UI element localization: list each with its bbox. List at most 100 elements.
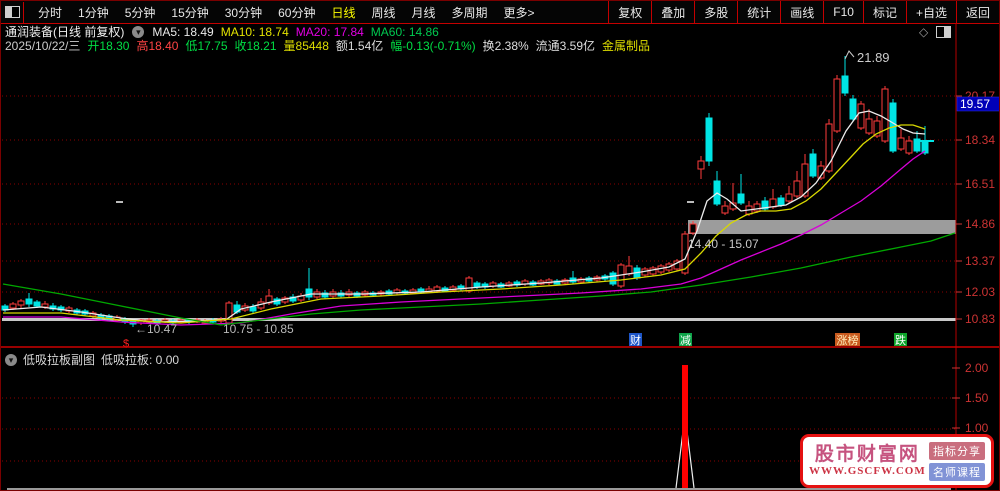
menu-item-weekly[interactable]: 周线 (363, 4, 403, 21)
subchart-value: 低吸拉板: 0.00 (101, 353, 180, 367)
menu-item-duogu[interactable]: 多股 (694, 1, 737, 23)
candlestick (785, 193, 793, 202)
low-price-label: ←10.47 (135, 322, 177, 336)
candlestick (705, 117, 713, 162)
candlestick (841, 75, 849, 94)
quote-token-5: 额1.54亿 (335, 39, 384, 53)
ma60-line (2, 232, 956, 326)
price-axis-label: 14.86 (965, 217, 995, 231)
quote-token-6: 幅-0.13(-0.71%) (390, 39, 476, 53)
sub-axis-label: 1.50 (965, 391, 989, 405)
menu-item-monthly[interactable]: 月线 (404, 4, 444, 21)
current-price-label: 19.57 (960, 97, 990, 111)
menu-item-diejia[interactable]: 叠加 (651, 1, 694, 23)
menu-item-more[interactable]: 更多> (496, 4, 543, 21)
menu-item-fenshi[interactable]: 分时 (30, 4, 70, 21)
watermark-title: 股市财富网 (814, 443, 920, 465)
candlestick (41, 303, 49, 308)
subchart-chevron-icon[interactable]: ▾ (5, 353, 17, 366)
period-menu: 分时 1分钟 5分钟 15分钟 30分钟 60分钟 日线 周线 月线 多周期 更多> (24, 4, 608, 21)
candlestick (625, 265, 633, 275)
candlestick (833, 78, 841, 132)
quote-token-7: 换2.38% (482, 39, 529, 53)
subchart-header: ▾ 低吸拉板副图 低吸拉板: 0.00 (5, 351, 179, 368)
candlestick (857, 103, 865, 129)
menu-item-15min[interactable]: 15分钟 (163, 4, 216, 21)
price-axis-label: 13.37 (965, 254, 995, 268)
candlestick (865, 118, 873, 134)
sub-axis-label: 1.00 (965, 421, 989, 435)
menu-item-huaxian[interactable]: 画线 (780, 1, 823, 23)
candlestick (897, 137, 905, 150)
support-band (2, 318, 956, 321)
quote-row: 2025/10/22/三 开18.30 高18.40 低17.75 收18.21 量85… (5, 37, 657, 54)
menu-item-60min[interactable]: 60分钟 (270, 4, 323, 21)
candlestick (9, 303, 17, 309)
price-axis-label: 16.51 (965, 177, 995, 191)
pane-toggle-icon[interactable] (936, 26, 952, 38)
menu-item-fuquan[interactable]: 复权 (608, 1, 651, 23)
watermark: 股市财富网 WWW.GSCFW.COM 指标分享 名师课程 (800, 434, 994, 488)
subchart-title: 低吸拉板副图 (23, 353, 96, 367)
window-layout-button[interactable] (1, 1, 24, 23)
candlestick (305, 288, 313, 298)
signal-spike-bar (682, 365, 688, 488)
quote-token-8: 流通3.59亿 (535, 39, 596, 53)
candlestick (249, 306, 257, 312)
candlestick (17, 300, 25, 306)
candlestick (753, 203, 761, 212)
diamond-icon[interactable]: ◇ (919, 26, 928, 38)
menu-item-5min[interactable]: 5分钟 (117, 4, 164, 21)
candlestick (465, 277, 473, 292)
menu-item-fanhui[interactable]: 返回 (955, 1, 999, 23)
menu-item-f10[interactable]: F10 (823, 1, 863, 23)
candlestick (849, 98, 857, 120)
menu-item-daily[interactable]: 日线 (323, 4, 363, 21)
menu-item-30min[interactable]: 30分钟 (217, 4, 270, 21)
consolidation-band (688, 220, 956, 234)
quote-token-9: 金属制品 (602, 39, 651, 53)
collapse-chevron-icon[interactable]: ▾ (132, 25, 145, 38)
quote-token-1: 高18.40 (136, 39, 179, 53)
top-menubar: 分时 1分钟 5分钟 15分钟 30分钟 60分钟 日线 周线 月线 多周期 更多> 复权 叠加 多股统… (1, 1, 999, 24)
quote-token-0: 开18.30 (87, 39, 130, 53)
menu-item-tongji[interactable]: 统计 (737, 1, 780, 23)
peak-flag-icon (844, 50, 855, 60)
candlestick (721, 205, 729, 214)
quote-date: 2025/10/22/三 (5, 39, 81, 53)
menu-item-biaoji[interactable]: 标记 (862, 1, 906, 23)
candlestick (737, 193, 745, 204)
range-mid-label: 14.40 - 15.07 (688, 237, 759, 251)
candlestick (609, 272, 617, 285)
event-badge-label: 跌 (895, 333, 906, 347)
chart-corner-icons: ◇ (919, 26, 952, 38)
range-low-label: 10.75 - 10.85 (223, 322, 294, 336)
watermark-badge-1: 指标分享 (929, 441, 985, 460)
price-axis-label: 10.83 (965, 312, 995, 326)
peak-price-label: 21.89 (857, 50, 890, 65)
candlestick (881, 88, 889, 142)
split-window-icon (4, 6, 20, 18)
quote-values: 开18.30 高18.40 低17.75 收18.21 量85448 额1.54亿 幅-0.… (87, 37, 657, 54)
ma20-line (3, 150, 926, 326)
trading-app-window: 分时 1分钟 5分钟 15分钟 30分钟 60分钟 日线 周线 月线 多周期 更多> 复权 叠加 多股统… (0, 0, 1000, 491)
menu-item-1min[interactable]: 1分钟 (70, 4, 117, 21)
candlestick (689, 223, 697, 234)
watermark-badge-2: 名师课程 (929, 462, 985, 481)
main-chart-canvas[interactable]: 21.89 ←10.47 10.75 - 10.85 14.40 - 15.07 $20… (1, 1, 1000, 491)
quote-token-3: 收18.21 (234, 39, 277, 53)
sub-axis-label: 2.00 (965, 361, 989, 375)
price-axis-label: 18.34 (965, 133, 995, 147)
candlestick (25, 298, 33, 305)
candlestick (809, 153, 817, 177)
menu-item-multi-period[interactable]: 多周期 (444, 4, 496, 21)
candlestick (697, 160, 705, 170)
candlestick (225, 302, 233, 324)
dividend-marker: $ (123, 338, 129, 350)
candlestick (905, 140, 913, 154)
watermark-url: WWW.GSCFW.COM (809, 465, 926, 478)
menu-item-zixuan[interactable]: +自选 (905, 1, 956, 23)
candlestick (777, 197, 785, 206)
quote-token-2: 低17.75 (185, 39, 228, 53)
quote-token-4: 量85448 (283, 39, 329, 53)
